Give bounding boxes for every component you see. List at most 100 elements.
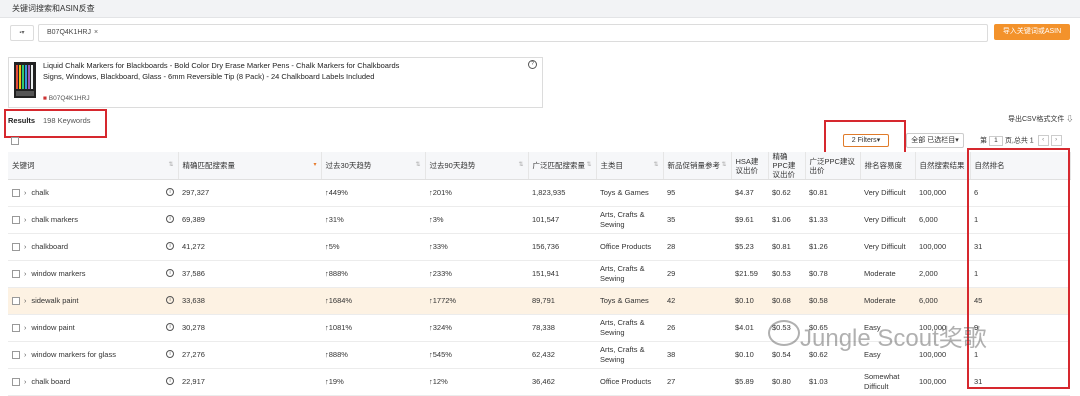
- keyword-cell[interactable]: › window paint i: [8, 314, 178, 342]
- broad-cell: 1,823,935: [528, 179, 596, 207]
- keyword-cell[interactable]: › sidewalk paint i: [8, 287, 178, 315]
- chevron-right-icon[interactable]: ›: [24, 190, 26, 197]
- chevron-right-icon[interactable]: ›: [24, 298, 26, 305]
- t30-cell: ↑1684%: [321, 287, 425, 315]
- sort-icon: ⇅: [415, 162, 421, 168]
- table-row[interactable]: › window markers i 37,586 ↑888% ↑233% 151,941 A…: [8, 260, 1070, 288]
- col-exact-volume[interactable]: 精确匹配搜索量 ▾: [178, 152, 322, 180]
- category-cell: Office Products: [596, 233, 663, 261]
- close-icon[interactable]: ×: [94, 29, 98, 36]
- results-label: Results: [8, 116, 36, 125]
- broad_ppc-cell: $1.33: [805, 206, 860, 234]
- promo-cell: 42: [663, 287, 731, 315]
- row-checkbox[interactable]: [12, 242, 20, 251]
- search-input[interactable]: [38, 24, 988, 42]
- hsa-cell: $5.23: [731, 233, 768, 261]
- ease-cell: Moderate: [860, 260, 915, 288]
- export-csv-link[interactable]: 导出CSV格式文件 ⇩: [1008, 114, 1073, 124]
- keyword-text: chalk: [31, 187, 49, 197]
- col-hsa[interactable]: HSA建议出价: [731, 152, 769, 180]
- keyword-cell[interactable]: › chalkboard i: [8, 233, 178, 261]
- keyword-cell[interactable]: › window markers for glass i: [8, 341, 178, 369]
- broad-cell: 151,941: [528, 260, 596, 288]
- pagination: 第 1 页,总共 1 ‹ ›: [980, 135, 1062, 146]
- row-checkbox[interactable]: [12, 323, 20, 332]
- info-icon[interactable]: i: [166, 187, 174, 196]
- marketplace-select[interactable]: ▪▾: [10, 25, 34, 41]
- product-title[interactable]: Liquid Chalk Markers for Blackboards - B…: [43, 61, 413, 82]
- col-organic[interactable]: 自然搜索结果: [915, 152, 971, 180]
- chevron-right-icon[interactable]: ›: [24, 244, 26, 251]
- chevron-right-icon[interactable]: ›: [24, 379, 26, 386]
- table-row[interactable]: › chalkboard i 41,272 ↑5% ↑33% 156,736 Office P…: [8, 233, 1070, 261]
- col-exact-ppc[interactable]: 精确PPC建议出价: [768, 152, 806, 180]
- export-keywords-button[interactable]: 导入关键词或ASIN: [994, 24, 1070, 40]
- organic-cell: 100,000: [915, 179, 970, 207]
- broad-cell: 101,547: [528, 206, 596, 234]
- keyword-cell[interactable]: › chalk board i: [8, 368, 178, 396]
- row-checkbox[interactable]: [12, 269, 20, 278]
- t30-cell: ↑888%: [321, 341, 425, 369]
- organic-cell: 6,000: [915, 206, 970, 234]
- row-checkbox[interactable]: [12, 350, 20, 359]
- chevron-right-icon[interactable]: ›: [24, 325, 26, 332]
- table-row[interactable]: › sidewalk paint i 33,638 ↑1684% ↑1772% 89,791…: [8, 287, 1070, 315]
- ease-cell: Somewhat Difficult: [860, 368, 915, 396]
- row-checkbox[interactable]: [12, 188, 20, 197]
- exact_ppc-cell: $0.53: [768, 260, 805, 288]
- exact-cell: 69,389: [178, 206, 321, 234]
- info-icon[interactable]: i: [166, 268, 174, 277]
- page-prefix: 第: [980, 137, 987, 145]
- keyword-text: window markers for glass: [31, 349, 116, 359]
- asin-chip[interactable]: B07Q4K1HRJ ×: [44, 27, 102, 38]
- col-keyword[interactable]: 关键词 ⇅: [8, 152, 179, 180]
- row-checkbox[interactable]: [12, 296, 20, 305]
- exact_ppc-cell: $1.06: [768, 206, 805, 234]
- filters-button[interactable]: 2 Filters▾: [843, 134, 889, 147]
- hsa-cell: $5.89: [731, 368, 768, 396]
- chevron-right-icon[interactable]: ›: [24, 271, 26, 278]
- info-icon[interactable]: i: [166, 349, 174, 358]
- row-checkbox[interactable]: [12, 377, 20, 386]
- table-row[interactable]: › chalk markers i 69,389 ↑31% ↑3% 101,547 Arts,…: [8, 206, 1070, 234]
- col-broad-volume[interactable]: 广泛匹配搜索量 ⇅: [528, 152, 597, 180]
- hsa-cell: $9.61: [731, 206, 768, 234]
- page-total: 页,总共 1: [1004, 137, 1034, 145]
- category-cell: Arts, Crafts & Sewing: [596, 314, 663, 342]
- watermark: Jungle Scout奖歌: [800, 325, 987, 352]
- info-icon[interactable]: i: [166, 295, 174, 304]
- prev-page-button[interactable]: ‹: [1037, 135, 1049, 146]
- promo-cell: 26: [663, 314, 731, 342]
- info-icon[interactable]: i: [166, 241, 174, 250]
- keyword-cell[interactable]: › window markers i: [8, 260, 178, 288]
- info-icon[interactable]: i: [166, 214, 174, 223]
- col-ease[interactable]: 排名容易度: [860, 152, 916, 180]
- chevron-right-icon[interactable]: ›: [24, 217, 26, 224]
- info-icon[interactable]: i: [166, 322, 174, 331]
- chevron-down-icon: ▾: [955, 137, 959, 144]
- results-count: 198 Keywords: [43, 116, 91, 125]
- keyword-cell[interactable]: › chalk markers i: [8, 206, 178, 234]
- col-trend-30[interactable]: 过去30天趋势 ⇅: [321, 152, 426, 180]
- hsa-cell: $4.01: [731, 314, 768, 342]
- table-row[interactable]: › chalk i 297,327 ↑449% ↑201% 1,823,935 Toys & …: [8, 179, 1070, 207]
- promo-cell: 29: [663, 260, 731, 288]
- export-csv-label: 导出CSV格式文件: [1008, 116, 1065, 123]
- col-promo[interactable]: 新品促销量参考 ⇅: [663, 152, 732, 180]
- col-trend-90[interactable]: 过去90天趋势 ⇅: [425, 152, 529, 180]
- next-page-button[interactable]: ›: [1050, 135, 1062, 146]
- page-input[interactable]: 1: [988, 135, 1003, 146]
- info-icon[interactable]: i: [166, 376, 174, 385]
- columns-button[interactable]: 全部 已选栏目▾: [906, 133, 964, 148]
- row-checkbox[interactable]: [12, 215, 20, 224]
- exact-cell: 41,272: [178, 233, 321, 261]
- info-icon[interactable]: ?: [528, 60, 537, 69]
- col-broad-ppc[interactable]: 广泛PPC建议出价: [805, 152, 861, 180]
- select-all-checkbox[interactable]: [11, 137, 19, 145]
- keyword-cell[interactable]: › chalk i: [8, 179, 178, 207]
- category-cell: Arts, Crafts & Sewing: [596, 260, 663, 288]
- chevron-right-icon[interactable]: ›: [24, 352, 26, 359]
- col-category[interactable]: 主类目 ⇅: [596, 152, 664, 180]
- table-row[interactable]: › chalk board i 22,917 ↑19% ↑12% 36,462 Office …: [8, 368, 1070, 396]
- t30-cell: ↑449%: [321, 179, 425, 207]
